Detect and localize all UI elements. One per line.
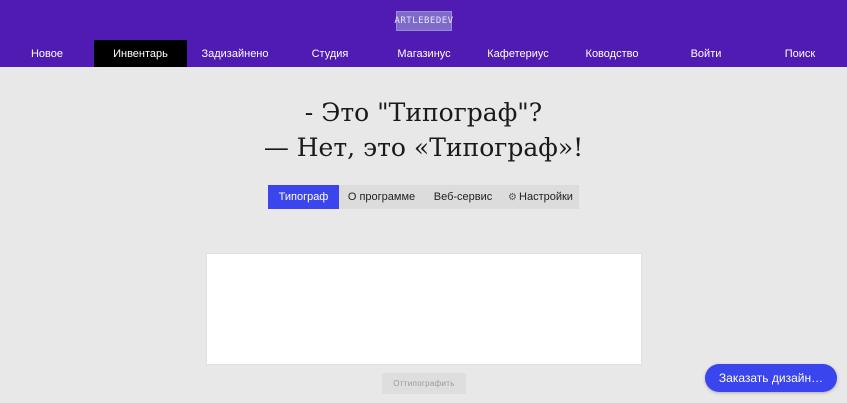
- tab-typograf[interactable]: Типограф: [268, 185, 339, 209]
- gear-icon: ⚙: [508, 191, 518, 203]
- top-header: ARTLEBEDEV Новое Инвентарь Задизайнено С…: [0, 0, 847, 67]
- tab-settings-label: Настройки: [519, 191, 573, 203]
- headline-line-1: - Это "Типограф"?: [304, 98, 543, 127]
- nav-item-shop[interactable]: Магазинус: [377, 40, 471, 67]
- nav-item-guide[interactable]: Ководство: [565, 40, 659, 67]
- tab-about[interactable]: О программе: [339, 185, 424, 209]
- nav-item-cafe[interactable]: Кафетериус: [471, 40, 565, 67]
- tab-settings[interactable]: ⚙ Настройки: [502, 185, 579, 209]
- main-nav: Новое Инвентарь Задизайнено Студия Магаз…: [0, 40, 847, 67]
- nav-item-designed[interactable]: Задизайнено: [187, 40, 283, 67]
- text-editor[interactable]: [206, 253, 642, 365]
- nav-item-studio[interactable]: Студия: [283, 40, 377, 67]
- nav-item-new[interactable]: Новое: [0, 40, 94, 67]
- typograf-submit-button[interactable]: Оттипографить: [382, 373, 466, 394]
- order-design-button[interactable]: Заказать дизайн…: [705, 364, 837, 392]
- nav-item-search[interactable]: Поиск: [753, 40, 847, 67]
- page-headline: - Это "Типограф"? — Нет, это «Типограф»!: [0, 95, 847, 165]
- headline-line-2: — Нет, это «Типограф»!: [263, 133, 584, 162]
- nav-item-inventory[interactable]: Инвентарь: [94, 40, 187, 67]
- tab-webservice[interactable]: Веб-сервис: [424, 185, 502, 209]
- site-logo[interactable]: ARTLEBEDEV: [394, 11, 453, 31]
- typograf-tabs: Типограф О программе Веб-сервис ⚙ Настро…: [268, 185, 579, 209]
- nav-item-login[interactable]: Войти: [659, 40, 753, 67]
